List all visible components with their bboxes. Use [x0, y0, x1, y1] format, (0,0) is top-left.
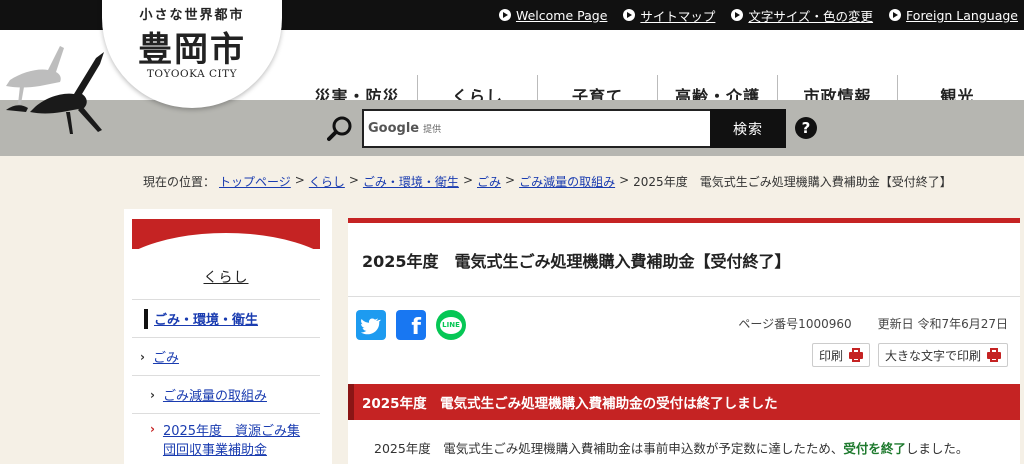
twitter-icon[interactable] [356, 310, 386, 340]
breadcrumb-link-living[interactable]: くらし [309, 173, 345, 190]
help-icon[interactable]: ? [795, 117, 817, 139]
breadcrumb-link-reduction[interactable]: ごみ減量の取組み [519, 173, 615, 190]
top-links: Welcome Page サイトマップ 文字サイズ・色の変更 Foreign L… [498, 0, 1018, 30]
social-share: f LINE [356, 310, 466, 340]
sidebar-category-marker [144, 308, 148, 329]
foreign-language-link[interactable]: Foreign Language [889, 8, 1018, 23]
line-label: LINE [440, 316, 462, 334]
sidebar-item-label: 2025年度 資源ごみ集団回収事業補助金 [162, 424, 301, 458]
chevron-right-icon: › [150, 387, 155, 402]
logo-city-name: 豊岡市 [138, 30, 246, 70]
printer-icon [848, 348, 863, 362]
breadcrumb-link-environment[interactable]: ごみ・環境・衛生 [363, 173, 459, 190]
notice-text: 2025年度 電気式生ごみ処理機購入費補助金の受付は終了しました [362, 396, 778, 412]
breadcrumb-current: 2025年度 電気式生ごみ処理機購入費補助金【受付終了】 [633, 175, 952, 189]
main-top-accent [348, 218, 1020, 223]
welcome-page-label: Welcome Page [515, 7, 608, 23]
chevron-right-icon: › [150, 422, 155, 436]
page-title: 2025年度 電気式生ごみ処理機購入費補助金【受付終了】 [362, 252, 791, 271]
logo-english-name: TOYOOKA CITY [146, 68, 238, 80]
search-input[interactable]: Google 提供 [362, 109, 712, 148]
arrow-circle-icon [498, 9, 511, 21]
breadcrumb-link-garbage[interactable]: ごみ [477, 173, 501, 190]
body-text-end: しました。 [905, 441, 969, 456]
breadcrumb-separator: > [619, 173, 630, 187]
sidebar-category-label: ごみ・環境・衛生 [154, 313, 259, 328]
welcome-page-link[interactable]: Welcome Page [498, 7, 608, 23]
sidebar-item-label: ごみ減量の取組み [162, 389, 267, 404]
sidebar: くらし ごみ・環境・衛生 › ごみ › ごみ減量の取組み › 2025年度 資源… [124, 209, 332, 464]
arrow-circle-icon [731, 9, 744, 21]
arrow-circle-icon [623, 9, 636, 21]
body-paragraph: 2025年度 電気式生ごみ処理機購入費補助金は事前申込数が予定数に達したため、受… [374, 438, 968, 457]
printer-icon [987, 348, 1001, 362]
body-emphasis: 受付を終了 [843, 441, 906, 456]
search-button[interactable]: 検索 [710, 109, 786, 148]
breadcrumb-separator: > [348, 173, 359, 187]
logo-tagline: 小さな世界都市 [139, 8, 245, 23]
title-divider [348, 296, 1020, 297]
breadcrumb-separator: > [505, 173, 516, 187]
breadcrumb-link-top[interactable]: トップページ [219, 173, 291, 190]
breadcrumb-separator: > [294, 173, 305, 187]
sidebar-item-label: ごみ [152, 351, 179, 366]
sidebar-item-environment[interactable]: ごみ・環境・衛生 [132, 299, 320, 337]
sidebar-item-recycling-subsidy[interactable]: › 2025年度 資源ごみ集団回収事業補助金 [132, 413, 320, 464]
sidebar-item-garbage[interactable]: › ごみ [132, 337, 320, 375]
sidebar-header: くらし [132, 219, 320, 299]
search-icon [327, 116, 352, 141]
breadcrumb-separator: > [462, 173, 473, 187]
page-number: ページ番号1000960 [738, 317, 852, 331]
arrow-circle-icon [889, 9, 902, 21]
sitemap-link[interactable]: サイトマップ [623, 6, 715, 25]
search-band: Google 提供 検索 ? [0, 100, 1024, 156]
print-buttons: 印刷 大きな文字で印刷 [811, 343, 1008, 367]
text-size-color-link[interactable]: 文字サイズ・色の変更 [731, 6, 873, 25]
sidebar-header-arc [132, 219, 320, 299]
sitemap-label: サイトマップ [640, 8, 716, 24]
provided-label: 提供 [423, 125, 442, 135]
line-icon[interactable]: LINE [436, 310, 466, 340]
breadcrumb-prefix: 現在の位置： [143, 175, 216, 189]
main-content: 2025年度 電気式生ごみ処理機購入費補助金【受付終了】 f LINE ページ番… [348, 218, 1020, 464]
breadcrumb: 現在の位置： トップページ > くらし > ごみ・環境・衛生 > ごみ > ごみ… [143, 173, 952, 190]
sidebar-item-reduction[interactable]: › ごみ減量の取組み [132, 375, 320, 413]
google-logo: Google [368, 121, 420, 136]
twitter-bird-icon [360, 318, 381, 335]
updated-date: 更新日 令和7年6月27日 [877, 317, 1008, 331]
print-large-button[interactable]: 大きな文字で印刷 [877, 343, 1008, 367]
body-text-start: 2025年度 電気式生ごみ処理機購入費補助金は事前申込数が予定数に達したため、 [374, 441, 844, 456]
notice-heading: 2025年度 電気式生ごみ処理機購入費補助金の受付は終了しました [348, 384, 1020, 420]
print-label: 印刷 [818, 348, 843, 363]
foreign-language-label: Foreign Language [906, 7, 1018, 23]
print-button[interactable]: 印刷 [811, 343, 870, 367]
print-large-label: 大きな文字で印刷 [884, 348, 981, 363]
page-meta: ページ番号1000960 更新日 令和7年6月27日 [738, 315, 1008, 332]
facebook-icon[interactable]: f [396, 310, 426, 340]
text-size-color-label: 文字サイズ・色の変更 [748, 8, 874, 24]
chevron-right-icon: › [140, 349, 145, 364]
sidebar-title[interactable]: くらし [132, 267, 320, 287]
